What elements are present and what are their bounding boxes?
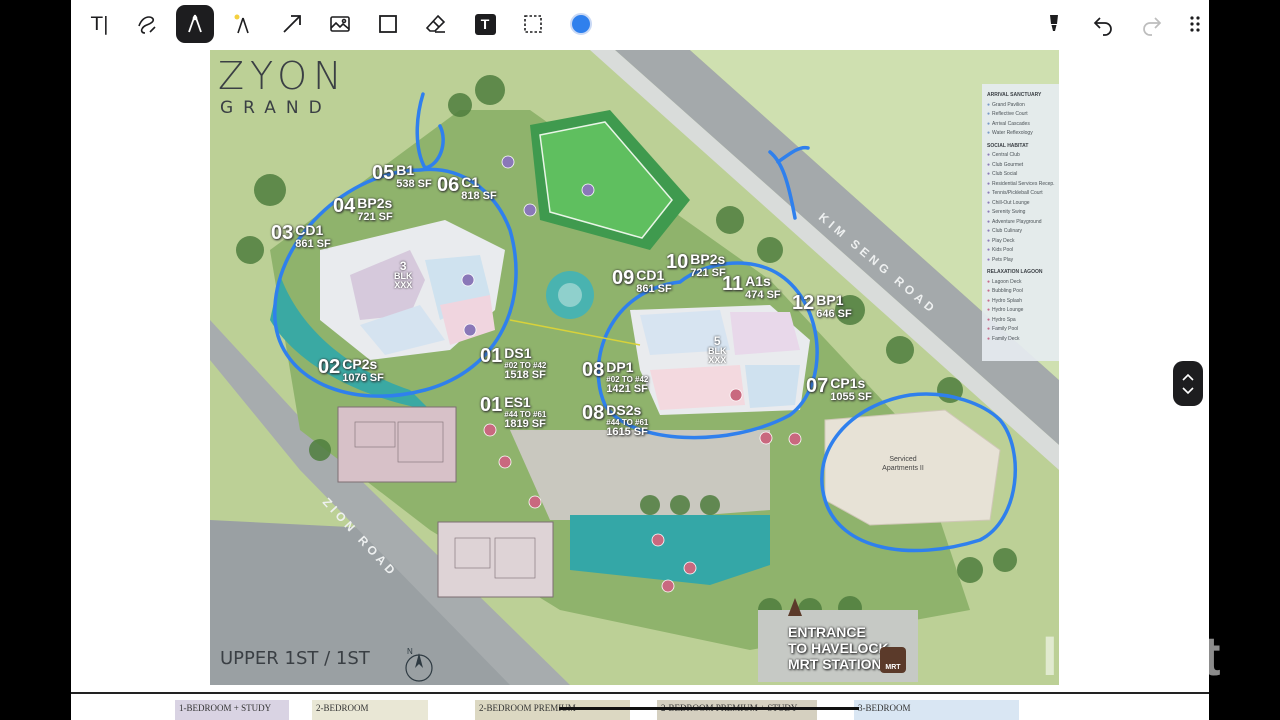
legend-item: Residential Services Recep.: [987, 180, 1055, 190]
level-label: UPPER 1ST / 1ST: [220, 648, 370, 669]
unit-label: 06 C1 818 SF: [437, 174, 497, 202]
legend-item: Arrival Cascades: [987, 120, 1055, 130]
legend-item: Club Social: [987, 170, 1055, 180]
legend-item: Club Culinary: [987, 227, 1055, 237]
unit-label: 01 DS1 #02 TO #42 1518 SF: [480, 345, 547, 381]
legend-item: Water Reflexology: [987, 129, 1055, 139]
unit-label: 01 ES1 #44 TO #61 1819 SF: [480, 394, 547, 430]
legend-item: Lagoon Deck: [987, 278, 1055, 288]
selection-tool-button[interactable]: [514, 5, 552, 43]
marker-tool-button[interactable]: [1035, 5, 1073, 43]
legend-item: Adventure Playground: [987, 218, 1055, 228]
legend-item: Club Gourmet: [987, 161, 1055, 171]
highlighter-tool-button[interactable]: [223, 5, 261, 43]
entrance-label: ENTRANCE TO HAVELOCK MRT STATION: [788, 624, 889, 672]
block-label: 5 BLK XXX: [708, 334, 727, 365]
legend-item: Central Club: [987, 151, 1055, 161]
unit-type-card[interactable]: 1-BEDROOM + STUDY: [175, 700, 289, 720]
legend-item: Reflective Court: [987, 110, 1055, 120]
unit-label: 02 CP2s 1076 SF: [318, 356, 384, 384]
undo-button[interactable]: [1084, 5, 1122, 43]
unit-label: 12 BP1 646 SF: [792, 292, 852, 320]
redo-icon: [1143, 17, 1162, 36]
unit-label: 08 DS2s #44 TO #61 1615 SF: [582, 402, 649, 438]
legend-item: Family Deck: [987, 335, 1055, 345]
unit-label: 07 CP1s 1055 SF: [806, 375, 872, 403]
legend-item: Play Deck: [987, 237, 1055, 247]
textbox-icon-label: T: [480, 16, 490, 32]
video-progress-bar[interactable]: [559, 707, 859, 710]
legend-item: Bubbling Pool: [987, 287, 1055, 297]
unit-label: 10 BP2s 721 SF: [666, 251, 726, 279]
entrance-line: ENTRANCE: [788, 624, 866, 640]
chevron-up-icon[interactable]: [1182, 373, 1194, 381]
legend-heading: SOCIAL HABITAT: [987, 142, 1029, 149]
shape-tool-button[interactable]: [369, 5, 407, 43]
mrt-icon: MRT: [880, 647, 906, 673]
arrow-tool-button[interactable]: [273, 5, 311, 43]
legend-item: Grand Pavilion: [987, 101, 1055, 111]
serviced-apartments-label: Serviced Apartments II: [882, 456, 924, 473]
brand-subname: GRAND: [220, 98, 332, 118]
arrow-icon: [283, 15, 301, 33]
unit-label: 03 CD1 861 SF: [271, 222, 331, 250]
color-picker-button[interactable]: [562, 5, 600, 43]
image-tool-button[interactable]: [321, 5, 359, 43]
image-icon: [330, 16, 350, 32]
legend-item: Serenity Swing: [987, 208, 1055, 218]
square-icon: [379, 15, 397, 33]
legend-item: Chill-Out Lounge: [987, 199, 1055, 209]
entrance-line: MRT STATION: [788, 656, 882, 673]
legend-item: Tennis/Pickleball Court: [987, 189, 1055, 199]
amenity-legend: ARRIVAL SANCTUARY Grand Pavilion Reflect…: [982, 84, 1059, 361]
highlighter-icon: [234, 14, 249, 34]
legend-item: Hydro Spa: [987, 316, 1055, 326]
pen-tool-button[interactable]: [176, 5, 214, 43]
eraser-tool-button[interactable]: [417, 5, 455, 43]
dashed-selection-icon: [524, 15, 542, 33]
unit-type-card[interactable]: 2-BEDROOM PREMIUM: [475, 700, 630, 720]
unit-label: 09 CD1 861 SF: [612, 267, 672, 295]
textbox-tool-button[interactable]: T: [466, 5, 504, 43]
eraser-icon: [425, 14, 446, 33]
lasso-icon: [138, 16, 156, 34]
text-tool-button[interactable]: T|: [81, 5, 119, 43]
textbox-icon: T: [474, 13, 496, 35]
redo-button[interactable]: [1133, 5, 1171, 43]
unit-label: 05 B1 538 SF: [372, 162, 432, 190]
grid-dots-icon: [1190, 16, 1200, 32]
compass-icon: N: [407, 647, 413, 656]
unit-type-card[interactable]: 2-BEDROOM PREMIUM + STUDY: [657, 700, 817, 720]
page-divider: [71, 692, 1209, 694]
legend-item: Kids Pool: [987, 246, 1055, 256]
unit-type-card[interactable]: 3-BEDROOM: [854, 700, 1019, 720]
marker-icon: [1050, 15, 1058, 31]
site-plan-page[interactable]: ZYON GRAND 05 B1 538 SF 06 C1 818 SF 04 BP2s 7…: [210, 50, 1059, 685]
pen-icon: [188, 14, 202, 33]
lasso-tool-button[interactable]: [128, 5, 166, 43]
page-scroll-control[interactable]: [1173, 361, 1203, 406]
legend-heading: ARRIVAL SANCTUARY: [987, 92, 1042, 98]
unit-type-card[interactable]: 2-BEDROOM: [312, 700, 428, 720]
toolbar: T| T: [71, 0, 1209, 48]
chevron-down-icon[interactable]: [1182, 386, 1194, 395]
note-app: T| T ZYON GRAND 05 B1 538 SF 06 C1 818 S…: [71, 0, 1209, 720]
unit-label: 11 A1s 474 SF: [722, 273, 781, 301]
legend-item: Pets Play: [987, 256, 1055, 266]
text-tool-icon: T|: [90, 13, 109, 35]
entrance-line: TO HAVELOCK: [788, 640, 889, 657]
unit-label: 08 DP1 #02 TO #42 1421 SF: [582, 359, 649, 395]
brand-name: ZYON: [218, 54, 348, 98]
undo-icon: [1093, 17, 1112, 36]
more-menu-button[interactable]: [1176, 5, 1209, 43]
legend-item: Hydro Splash: [987, 297, 1055, 307]
block-label: 3 BLK XXX: [394, 259, 413, 290]
legend-item: Hydro Lounge: [987, 306, 1055, 316]
inshot-watermark: InShOt: [1042, 624, 1221, 687]
legend-heading: RELAXATION LAGOON: [987, 269, 1043, 275]
unit-label: 04 BP2s 721 SF: [333, 195, 393, 223]
legend-item: Family Pool: [987, 325, 1055, 335]
color-swatch-icon: [570, 13, 592, 35]
